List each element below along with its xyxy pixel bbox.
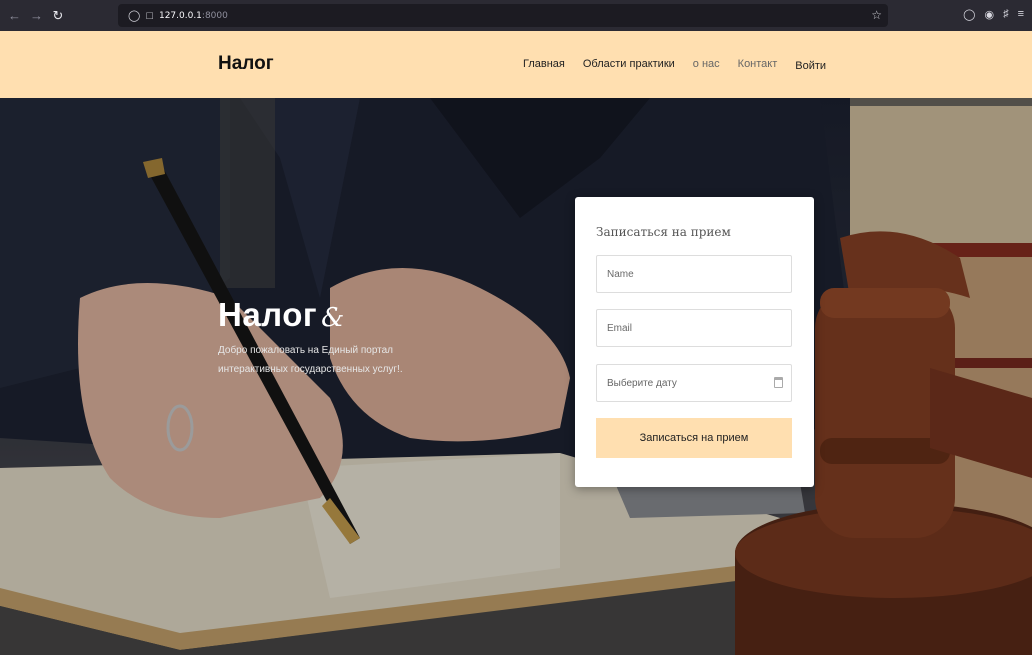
browser-extensions: ◯ ◉ ♯ ≡ — [963, 8, 1024, 21]
appointment-form: Записаться на прием Выберите дату Записа… — [575, 197, 814, 487]
date-placeholder: Выберите дату — [607, 377, 677, 389]
back-arrow-icon[interactable]: ← — [8, 8, 21, 24]
date-field[interactable]: Выберите дату — [596, 364, 792, 402]
hero-title-amp: & — [321, 303, 345, 333]
name-field[interactable] — [596, 255, 792, 293]
bookmark-star-icon[interactable]: ☆ — [871, 8, 882, 22]
hero-title: Налог & — [218, 296, 345, 333]
reload-icon[interactable]: ↻ — [52, 8, 64, 24]
hero-background-image — [0, 98, 1032, 655]
menu-icon[interactable]: ≡ — [1018, 8, 1024, 21]
nav-login[interactable]: Войти — [795, 60, 826, 72]
account-icon[interactable]: ◉ — [984, 8, 994, 21]
url-text[interactable]: 127.0.0.1:8000 — [159, 11, 228, 21]
nav-practice-areas[interactable]: Области практики — [583, 58, 675, 70]
calendar-icon[interactable] — [774, 377, 783, 388]
nav-about[interactable]: о нас — [693, 58, 720, 70]
nav-home[interactable]: Главная — [523, 58, 565, 70]
book-appointment-button[interactable]: Записаться на прием — [596, 418, 792, 458]
shield-icon[interactable]: ◯ — [128, 9, 140, 22]
pocket-icon[interactable]: ◯ — [963, 8, 975, 21]
email-field[interactable] — [596, 309, 792, 347]
hero-section: Налог & Добро пожаловать на Единый портал… — [0, 98, 1032, 655]
site-header: Налог Главная Области практики о нас Кон… — [0, 31, 1032, 98]
extensions-icon[interactable]: ♯ — [1003, 8, 1009, 21]
browser-toolbar: ← → ↻ ◯ □ 127.0.0.1:8000 ☆ ◯ ◉ ♯ ≡ — [0, 0, 1032, 31]
forward-arrow-icon[interactable]: → — [30, 8, 43, 24]
nav-contact[interactable]: Контакт — [738, 58, 778, 70]
page-icon: □ — [146, 9, 153, 22]
form-title: Записаться на прием — [596, 225, 731, 239]
site-logo[interactable]: Налог — [218, 53, 274, 75]
main-nav: Главная Области практики о нас Контакт В… — [523, 58, 826, 72]
address-bar[interactable]: ◯ □ 127.0.0.1:8000 ☆ — [118, 4, 888, 27]
hero-description: Добро пожаловать на Единый портал интера… — [218, 345, 403, 375]
browser-nav: ← → ↻ — [0, 8, 118, 24]
